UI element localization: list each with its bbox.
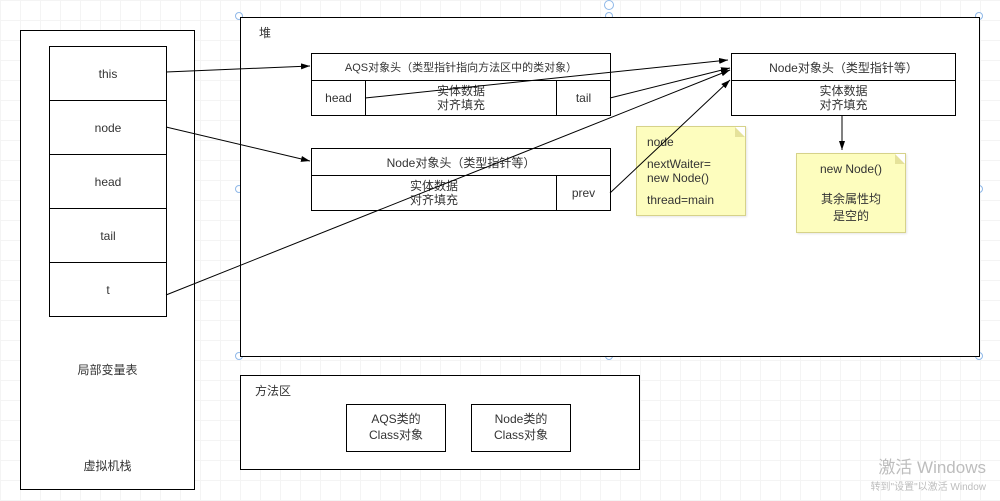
aqs-field-head: head	[311, 80, 366, 116]
class-aqs-l1: AQS类的	[371, 412, 420, 428]
aqs-header: AQS对象头（类型指针指向方法区中的类对象）	[311, 53, 611, 81]
stack-frame-container: this node head tail t 局部变量表 虚拟机栈	[20, 30, 195, 490]
note-node: node nextWaiter= new Node() thread=main	[636, 126, 746, 216]
node1-body: 实体数据 对齐填充	[731, 80, 956, 116]
watermark-l1: 激活 Windows	[871, 453, 986, 478]
heap-title: 堆	[259, 24, 271, 41]
rotate-handle	[604, 0, 614, 10]
node2-body: 实体数据 对齐填充	[311, 175, 557, 211]
node2-body-l1: 实体数据	[410, 179, 458, 193]
note-newnode-l2: 其余属性均	[807, 190, 895, 207]
node2-header: Node对象头（类型指针等）	[311, 148, 611, 176]
node2-field-prev: prev	[556, 175, 611, 211]
method-area-title: 方法区	[255, 382, 291, 399]
aqs-object: AQS对象头（类型指针指向方法区中的类对象） head 实体数据 对齐填充 ta…	[311, 53, 611, 116]
local-var-table-label: 局部变量表	[21, 361, 194, 378]
var-head: head	[49, 154, 167, 209]
local-var-table: this node head tail t	[49, 46, 167, 317]
var-this: this	[49, 46, 167, 101]
note-newnode-l3: 是空的	[807, 207, 895, 224]
node2-body-l2: 对齐填充	[410, 193, 458, 207]
var-tail: tail	[49, 208, 167, 263]
class-aqs: AQS类的 Class对象	[346, 404, 446, 452]
note-node-l1: node	[647, 135, 735, 149]
node1-header: Node对象头（类型指针等）	[731, 53, 956, 81]
node1-body-l1: 实体数据	[819, 84, 867, 98]
aqs-field-tail: tail	[556, 80, 611, 116]
node1-body-l2: 对齐填充	[819, 98, 867, 112]
node1-object: Node对象头（类型指针等） 实体数据 对齐填充	[731, 53, 956, 116]
aqs-body: 实体数据 对齐填充	[365, 80, 557, 116]
stack-label: 虚拟机栈	[21, 457, 194, 474]
note-node-l3: new Node()	[647, 171, 735, 185]
note-node-l2: nextWaiter=	[647, 157, 735, 171]
windows-activation-watermark: 激活 Windows 转到"设置"以激活 Window	[871, 453, 986, 493]
watermark-l2: 转到"设置"以激活 Window	[871, 478, 986, 493]
class-node-l2: Class对象	[494, 428, 548, 444]
note-newnode: new Node() 其余属性均 是空的	[796, 153, 906, 233]
aqs-body-l2: 对齐填充	[437, 98, 485, 112]
node2-object: Node对象头（类型指针等） 实体数据 对齐填充 prev	[311, 148, 611, 211]
note-node-l4: thread=main	[647, 193, 735, 207]
heap-container: 堆 AQS对象头（类型指针指向方法区中的类对象） head 实体数据 对齐填充 …	[240, 17, 980, 357]
class-aqs-l2: Class对象	[369, 428, 423, 444]
class-node-l1: Node类的	[495, 412, 548, 428]
note-newnode-l1: new Node()	[807, 162, 895, 176]
class-node: Node类的 Class对象	[471, 404, 571, 452]
method-area-container: 方法区 AQS类的 Class对象 Node类的 Class对象	[240, 375, 640, 470]
aqs-body-l1: 实体数据	[437, 84, 485, 98]
var-t: t	[49, 262, 167, 317]
var-node: node	[49, 100, 167, 155]
